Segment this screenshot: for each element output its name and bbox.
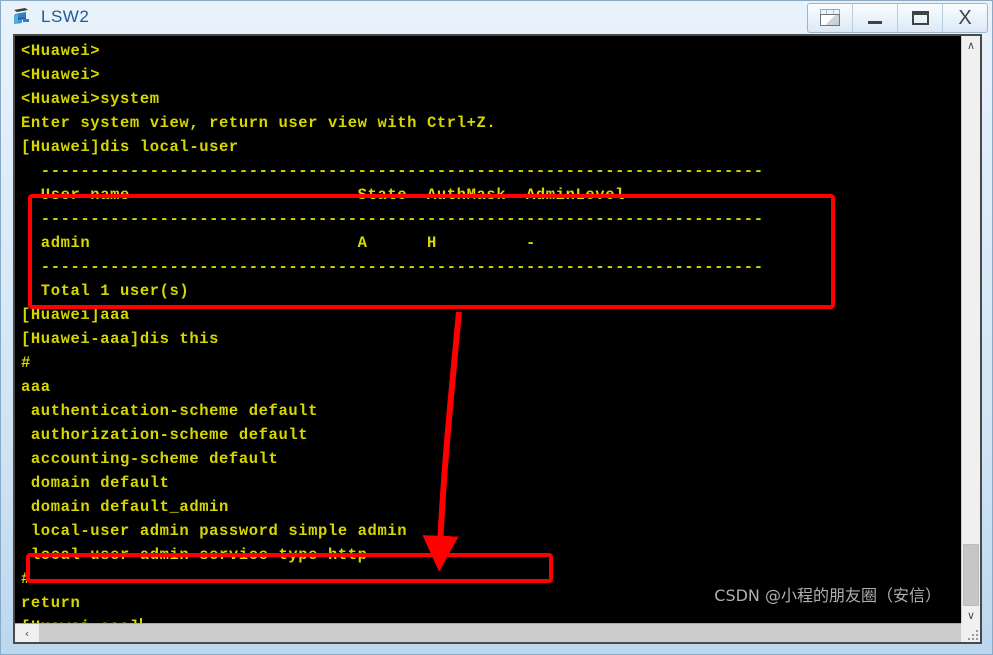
restore-all-button[interactable]	[808, 4, 853, 32]
watermark-text: CSDN @小程的朋友圈（安信）	[714, 586, 941, 605]
maximize-icon	[911, 11, 929, 25]
scroll-left-icon[interactable]: ‹	[15, 624, 39, 642]
scroll-down-icon[interactable]: ∨	[962, 606, 980, 624]
minimize-icon	[868, 20, 882, 24]
vertical-scrollbar-thumb[interactable]	[963, 544, 979, 606]
resize-grip-icon	[968, 630, 978, 640]
close-button[interactable]: X	[943, 4, 987, 32]
window-title: LSW2	[41, 7, 90, 26]
resize-corner[interactable]	[961, 623, 980, 642]
restore-all-icon	[818, 9, 842, 27]
switch-device-icon	[11, 6, 33, 28]
minimize-button[interactable]	[853, 4, 898, 32]
terminal-frame: <Huawei> <Huawei> <Huawei>system Enter s…	[13, 34, 982, 644]
horizontal-scrollbar[interactable]: ‹	[15, 623, 963, 642]
terminal-output: <Huawei> <Huawei> <Huawei>system Enter s…	[21, 39, 764, 624]
scroll-up-icon[interactable]: ∧	[962, 36, 980, 54]
title-bar[interactable]: LSW2 X	[1, 1, 993, 33]
close-icon: X	[958, 7, 972, 29]
terminal-screen[interactable]: <Huawei> <Huawei> <Huawei>system Enter s…	[15, 36, 963, 624]
vertical-scrollbar[interactable]: ∧ ∨	[961, 36, 980, 624]
window-controls[interactable]: X	[807, 3, 988, 33]
terminal-window: LSW2 X <Huawei> <Huawei> <Huawei>system …	[0, 0, 993, 655]
maximize-button[interactable]	[898, 4, 943, 32]
